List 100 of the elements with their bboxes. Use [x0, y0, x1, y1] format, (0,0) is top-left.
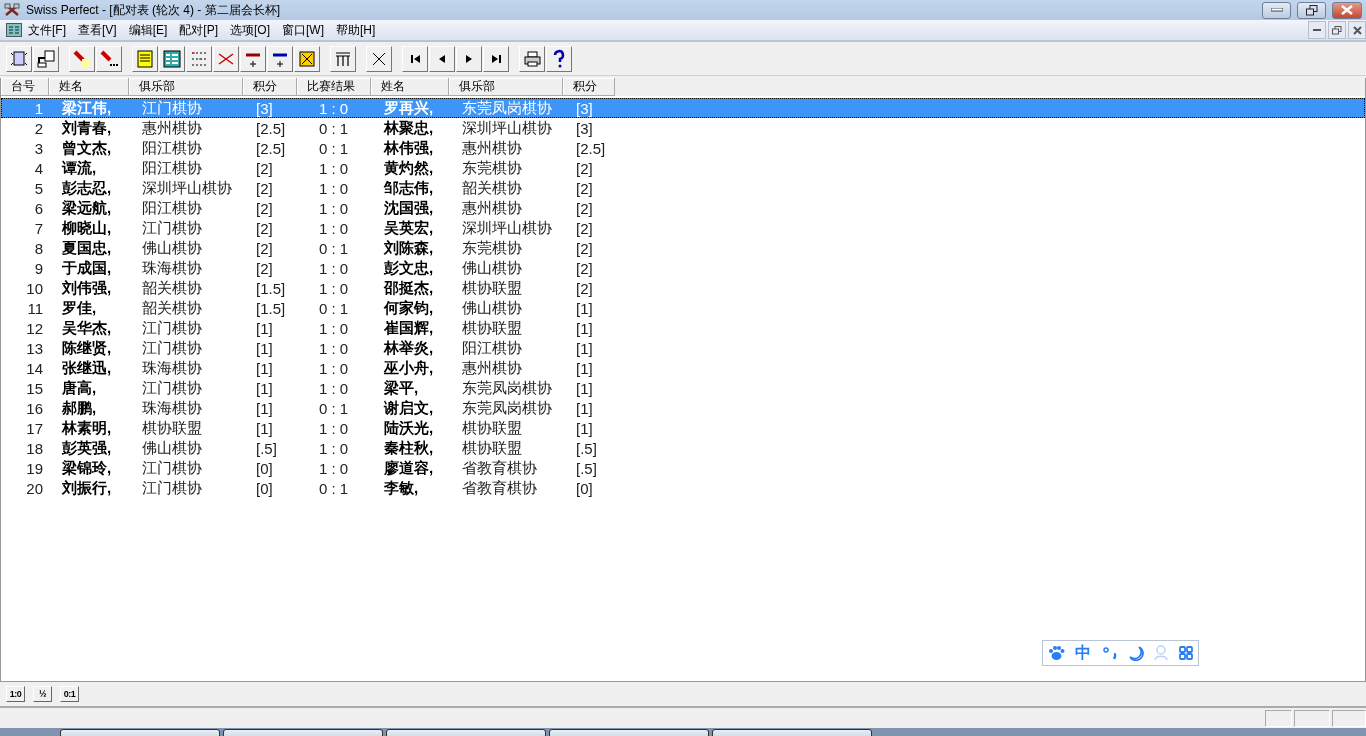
export-button[interactable] [33, 45, 59, 72]
table-row[interactable]: 12 吴华杰, 江门棋协 [1] 1 : 0 崔国辉, 棋协联盟 [1] [1, 318, 1365, 338]
table-row[interactable]: 6 梁远航, 阳江棋协 [2] 1 : 0 沈国强, 惠州棋协 [2] [1, 198, 1365, 218]
club-name: 棋协联盟 [462, 278, 522, 296]
score: [1.5] [256, 279, 286, 297]
table-sheet-button[interactable] [159, 45, 185, 72]
table-row[interactable]: 18 彭英强, 佛山棋协 [.5] 1 : 0 秦柱秋, 棋协联盟 [.5] [1, 438, 1365, 458]
club-name: 深圳坪山棋协 [462, 118, 552, 136]
table-row[interactable]: 11 罗佳, 韶关棋协 [1.5] 0 : 1 何家钧, 佛山棋协 [1] [1, 298, 1365, 318]
number-plus-alt-button[interactable] [267, 45, 293, 72]
moon-icon[interactable] [1128, 645, 1145, 661]
club-name: 江门棋协 [142, 378, 202, 396]
punctuation-icon[interactable] [1101, 646, 1118, 660]
restore-button[interactable] [1297, 1, 1326, 19]
last-button[interactable] [483, 45, 509, 72]
table-row[interactable]: 14 张继迅, 珠海棋协 [1] 1 : 0 巫小舟, 惠州棋协 [1] [1, 358, 1365, 378]
column-header[interactable]: 积分 [563, 78, 615, 96]
table-row[interactable]: 10 刘伟强, 韶关棋协 [1.5] 1 : 0 邵挺杰, 棋协联盟 [2] [1, 278, 1365, 298]
player-name: 巫小舟, [384, 358, 434, 376]
number-plus-button[interactable] [240, 45, 266, 72]
score: [3] [256, 99, 273, 117]
table-row[interactable]: 7 柳晓山, 江门棋协 [2] 1 : 0 吴英宏, 深圳坪山棋协 [2] [1, 218, 1365, 238]
table-sheet-icon [162, 48, 182, 69]
club-name: 江门棋协 [142, 478, 202, 496]
column-header[interactable]: 姓名 [371, 78, 449, 96]
score: [2] [256, 219, 273, 237]
score: [1] [256, 419, 273, 437]
board-number: 2 [34, 119, 43, 137]
column-header[interactable]: 比赛结果 [297, 78, 371, 96]
score: [1] [256, 319, 273, 337]
club-name: 棋协联盟 [142, 418, 202, 436]
result-button[interactable]: 0:1 [60, 686, 79, 702]
next-button[interactable] [456, 45, 482, 72]
table-row[interactable]: 8 夏国忠, 佛山棋协 [2] 0 : 1 刘陈森, 东莞棋协 [2] [1, 238, 1365, 258]
table-columns-button[interactable] [330, 45, 356, 72]
score: [0] [256, 459, 273, 477]
menu-item[interactable]: 编辑[E] [122, 21, 174, 39]
column-header[interactable]: 台号 [1, 78, 49, 96]
club-name: 江门棋协 [142, 338, 202, 356]
score: [2] [576, 199, 593, 217]
previous-button[interactable] [429, 45, 455, 72]
player-name: 陈继贤, [62, 338, 112, 356]
game-result: 0 : 1 [319, 479, 349, 497]
close-button[interactable] [1348, 21, 1366, 39]
score: [2.5] [256, 119, 286, 137]
table-row[interactable]: 13 陈继贤, 江门棋协 [1] 1 : 0 林举炎, 阳江棋协 [1] [1, 338, 1365, 358]
club-name: 江门棋协 [142, 98, 202, 116]
board-number: 12 [26, 319, 43, 337]
table-row[interactable]: 9 于成国, 珠海棋协 [2] 1 : 0 彭文忠, 佛山棋协 [2] [1, 258, 1365, 278]
result-button[interactable]: ½ [33, 686, 52, 702]
last-icon [491, 54, 501, 63]
menu-item[interactable]: 帮助[H] [330, 21, 382, 39]
list-sheet-button[interactable] [132, 45, 158, 72]
table-row[interactable]: 20 刘振行, 江门棋协 [0] 0 : 1 李敏, 省教育棋协 [0] [1, 478, 1365, 498]
help-button[interactable] [546, 45, 572, 72]
player-name: 刘伟强, [62, 278, 112, 296]
document-icon[interactable] [6, 23, 22, 37]
player-name: 郝鹏, [62, 398, 97, 416]
column-header[interactable]: 俱乐部 [129, 78, 243, 96]
table-row[interactable]: 4 谭流, 阳江棋协 [2] 1 : 0 黄灼然, 东莞棋协 [2] [1, 158, 1365, 178]
menu-item[interactable]: 文件[F] [22, 21, 72, 39]
table-row[interactable]: 2 刘青春, 惠州棋协 [2.5] 0 : 1 林聚忠, 深圳坪山棋协 [3] [1, 118, 1365, 138]
score: [1] [576, 339, 593, 357]
grid-icon[interactable] [1178, 646, 1193, 660]
board-number: 20 [26, 479, 43, 497]
column-header[interactable]: 姓名 [49, 78, 129, 96]
player-name: 林素明, [62, 418, 112, 436]
new-page-button[interactable] [6, 45, 32, 72]
menu-item[interactable]: 查看[V] [72, 21, 123, 39]
table-row[interactable]: 3 曾文杰, 阳江棋协 [2.5] 0 : 1 林伟强, 惠州棋协 [2.5] [1, 138, 1365, 158]
cross-button[interactable] [366, 45, 392, 72]
table-row[interactable]: 15 唐高, 江门棋协 [1] 1 : 0 梁平, 东莞凤岗棋协 [1] [1, 378, 1365, 398]
menu-item[interactable]: 选项[O] [224, 21, 277, 39]
club-name: 江门棋协 [142, 218, 202, 236]
game-result: 1 : 0 [319, 379, 349, 397]
result-button[interactable]: 1:0 [6, 686, 25, 702]
minimize-button[interactable] [1308, 21, 1326, 39]
minimize-button[interactable] [1262, 1, 1291, 19]
first-button[interactable] [402, 45, 428, 72]
score: [1] [576, 419, 593, 437]
game-result: 0 : 1 [319, 239, 349, 257]
printer-button[interactable] [519, 45, 545, 72]
board-number: 13 [26, 339, 43, 357]
column-header[interactable]: 积分 [243, 78, 297, 96]
menu-item[interactable]: 配对[P] [173, 21, 224, 39]
close-button[interactable] [1332, 1, 1362, 19]
player-name: 张继迅, [62, 358, 112, 376]
score: [1] [576, 399, 593, 417]
table-row[interactable]: 19 梁锦玲, 江门棋协 [0] 1 : 0 廖道容, 省教育棋协 [.5] [1, 458, 1365, 478]
club-name: 珠海棋协 [142, 258, 202, 276]
club-name: 东莞凤岗棋协 [462, 98, 552, 116]
table-row[interactable]: 17 林素明, 棋协联盟 [1] 1 : 0 陆沃光, 棋协联盟 [1] [1, 418, 1365, 438]
input-mode-toggle[interactable]: 中 [1075, 642, 1092, 664]
table-row[interactable]: 16 郝鹏, 珠海棋协 [1] 0 : 1 谢启文, 东莞凤岗棋协 [1] [1, 398, 1365, 418]
player-name: 曾文杰, [62, 138, 112, 156]
paw-icon[interactable] [1048, 645, 1066, 661]
table-row[interactable]: 5 彭志忍, 深圳坪山棋协 [2] 1 : 0 邹志伟, 韶关棋协 [2] [1, 178, 1365, 198]
column-header[interactable]: 俱乐部 [449, 78, 563, 96]
menu-item[interactable]: 窗口[W] [276, 21, 331, 39]
restore-button[interactable] [1328, 21, 1346, 39]
